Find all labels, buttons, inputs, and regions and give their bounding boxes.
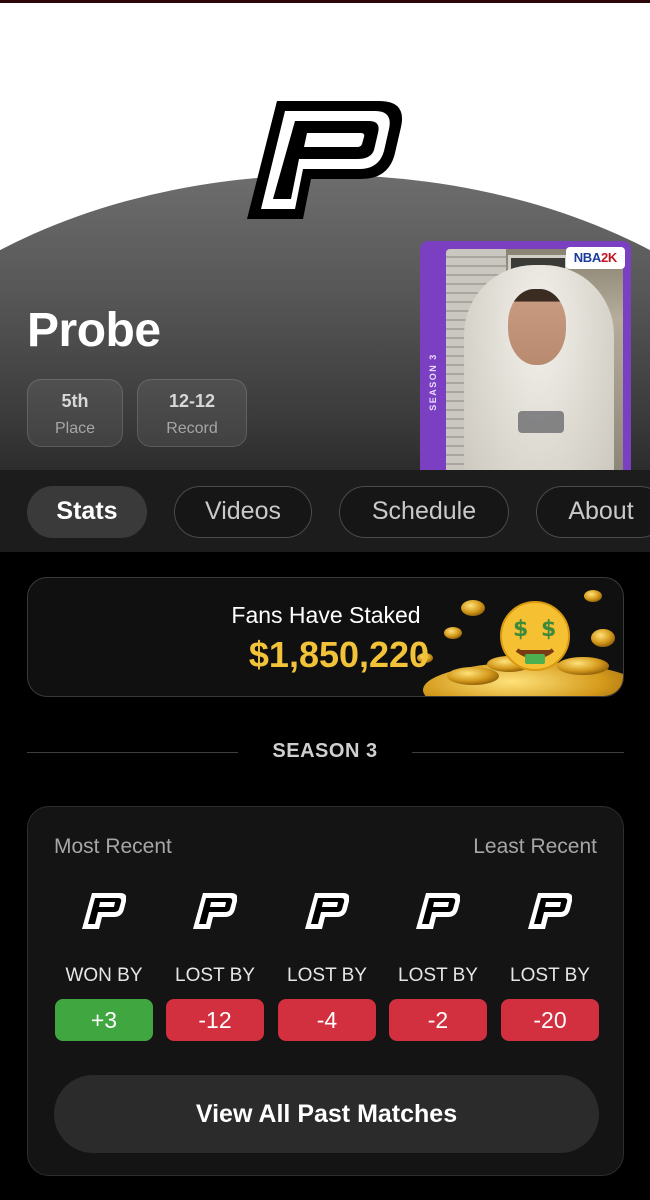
team-logo-icon [82, 893, 126, 929]
fans-staked-banner[interactable]: $ $ Fans Have Staked $1,850,220 [27, 577, 624, 697]
match-item[interactable]: LOST BY -20 [500, 893, 600, 1041]
score-diff-badge: -4 [278, 999, 376, 1041]
team-logo-icon [305, 893, 349, 929]
team-logo-icon [528, 893, 572, 929]
profile-header: Probe 5th Place 12-12 Record SEASON 3 NB… [0, 0, 650, 470]
p-logo-icon [247, 101, 403, 219]
match-result: LOST BY [287, 965, 367, 986]
divider-right [412, 752, 624, 753]
team-logo-icon [416, 893, 460, 929]
least-recent-label: Least Recent [473, 835, 597, 858]
tab-about[interactable]: About [536, 486, 650, 538]
tab-bar: Stats Videos Schedule About [0, 470, 650, 552]
score-diff-badge: -12 [166, 999, 264, 1041]
view-all-matches-button[interactable]: View All Past Matches [54, 1075, 599, 1153]
place-stat: 5th Place [27, 379, 123, 447]
tab-videos[interactable]: Videos [174, 486, 312, 538]
match-item[interactable]: LOST BY -12 [165, 893, 265, 1041]
match-result: WON BY [65, 965, 143, 986]
player-card[interactable]: SEASON 3 NBA2K [420, 241, 631, 470]
most-recent-label: Most Recent [54, 835, 172, 858]
match-item[interactable]: LOST BY -4 [277, 893, 377, 1041]
team-logo-icon [193, 893, 237, 929]
match-item[interactable]: WON BY +3 [54, 893, 154, 1041]
record-value: 12-12 [168, 391, 216, 411]
player-name: Probe [27, 304, 161, 357]
card-season-label: SEASON 3 [428, 353, 438, 411]
match-result: LOST BY [398, 965, 478, 986]
score-diff-badge: -2 [389, 999, 487, 1041]
record-stat: 12-12 Record [137, 379, 247, 447]
player-photo [446, 249, 623, 470]
nba2k-logo: NBA2K [565, 247, 625, 269]
place-value: 5th [61, 391, 89, 411]
place-label: Place [54, 420, 96, 437]
past-matches-card: Most Recent Least Recent WON BY +3 LOST … [27, 806, 624, 1176]
match-item[interactable]: LOST BY -2 [388, 893, 488, 1041]
tab-stats[interactable]: Stats [27, 486, 147, 538]
tab-schedule[interactable]: Schedule [339, 486, 509, 538]
record-label: Record [166, 420, 218, 437]
score-diff-badge: +3 [55, 999, 153, 1041]
staked-label: Fans Have Staked [231, 602, 421, 628]
score-diff-badge: -20 [501, 999, 599, 1041]
match-result: LOST BY [510, 965, 590, 986]
match-result: LOST BY [175, 965, 255, 986]
staked-amount: $1,850,220 [248, 634, 430, 675]
